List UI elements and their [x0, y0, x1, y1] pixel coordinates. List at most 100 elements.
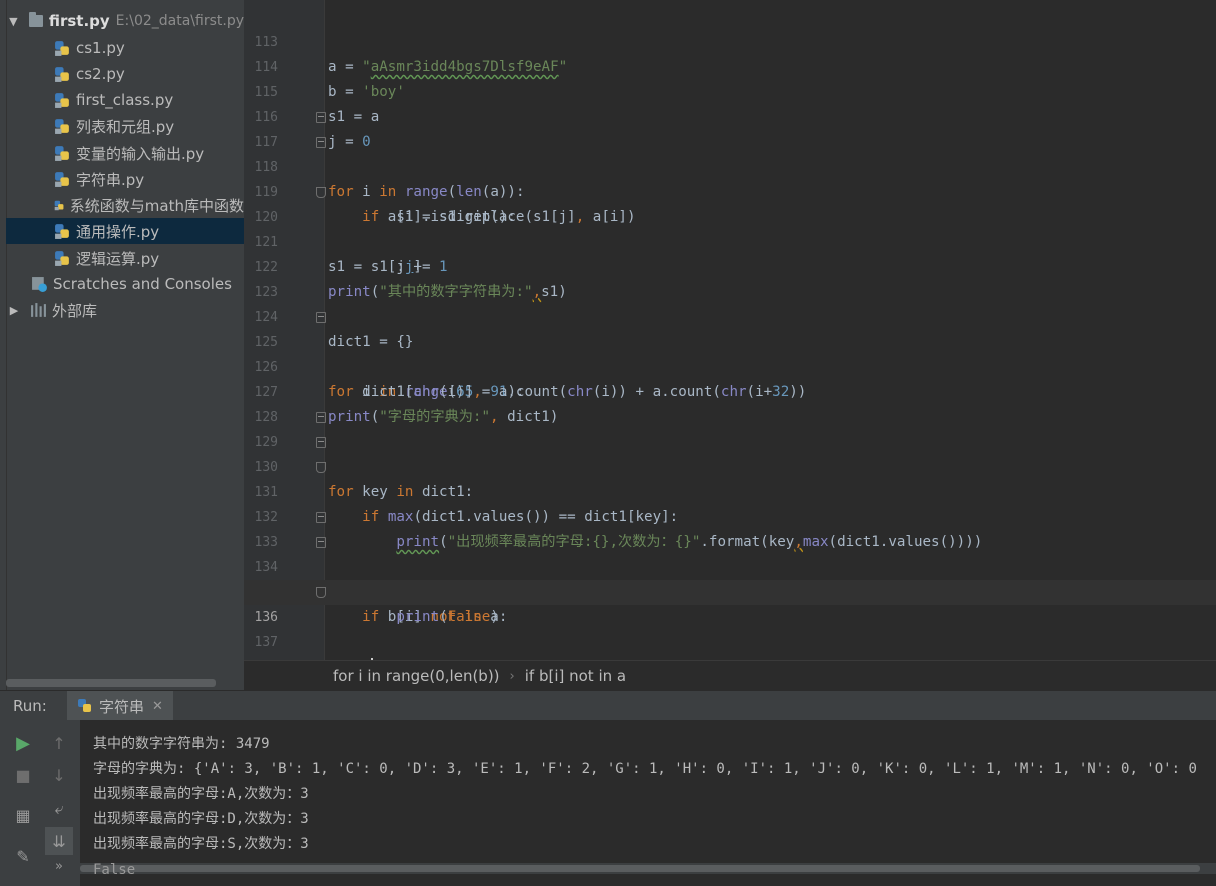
tree-file-system-math[interactable]: 系统函数与math库中函数 — [6, 192, 244, 218]
layout-icon[interactable]: ▦ — [11, 803, 35, 827]
run-tab-label: 字符串 — [99, 697, 145, 716]
code-line[interactable]: 118 if a[i].isdigit(): — [244, 130, 1216, 225]
code-line[interactable]: 124 dict1 = {} — [244, 280, 1216, 350]
console-line: False — [93, 862, 136, 878]
fold-icon[interactable] — [316, 112, 326, 123]
python-file-icon — [55, 145, 69, 161]
down-arrow-icon[interactable]: ↓ — [47, 763, 71, 787]
python-file-icon — [55, 118, 69, 134]
chevron-right-icon: › — [509, 668, 515, 684]
library-icon — [31, 302, 46, 317]
breadcrumb-item[interactable]: if b[i] not in a — [525, 667, 626, 685]
tree-file-io[interactable]: 变量的输入输出.py — [6, 140, 244, 166]
python-file-icon — [54, 200, 64, 210]
code-line[interactable]: 115 s1 = a — [244, 55, 1216, 125]
tree-file-list-tuple[interactable]: 列表和元组.py — [6, 113, 244, 139]
close-icon[interactable]: ✕ — [152, 699, 163, 714]
python-file-icon — [55, 92, 69, 108]
tree-file-label: 字符串.py — [76, 170, 145, 189]
code-line[interactable]: 113 a = "aAsmr3idd4bgs7Dlsf9eAF" — [244, 5, 1216, 75]
code-line[interactable]: 114 b = 'boy' — [244, 30, 1216, 100]
tree-root-first-py[interactable]: ▼ first.py E:\02_data\first.py — [6, 8, 244, 34]
code-line[interactable]: 132 — [244, 480, 1216, 525]
python-file-icon — [55, 40, 69, 56]
code-line[interactable]: 135 print(False) — [244, 555, 1216, 625]
project-tree: ▼ first.py E:\02_data\first.py cs1.py cs… — [0, 0, 244, 690]
fold-icon[interactable] — [316, 137, 326, 148]
scroll-end-icon[interactable]: ⇊ — [45, 827, 73, 855]
tree-external-libs[interactable]: ▶ 外部库 — [6, 297, 244, 323]
chevron-right-icon[interactable]: ▶ — [9, 304, 19, 317]
tree-file-label: 变量的输入输出.py — [76, 144, 205, 163]
run-label: Run: — [13, 697, 47, 715]
scratches-icon — [32, 276, 47, 292]
tree-root-path: E:\02_data\first.py — [115, 13, 244, 29]
tree-file-label: 列表和元组.py — [76, 117, 175, 136]
code-line[interactable]: 123 — [244, 255, 1216, 300]
code-line[interactable]: 119 s1 = s1.replace(s1[j], a[i]) — [244, 155, 1216, 225]
code-line[interactable]: 117 for i in range(len(a)): — [244, 105, 1216, 200]
python-file-icon — [55, 250, 69, 266]
tree-file-label: 逻辑运算.py — [76, 249, 160, 268]
chevron-down-icon[interactable]: ▼ — [9, 15, 18, 28]
code-line[interactable]: 137 else: — [244, 605, 1216, 660]
fold-icon[interactable] — [316, 537, 326, 548]
tree-file-label: 系统函数与math库中函数 — [69, 196, 244, 215]
tree-file-label: cs1.py — [76, 39, 125, 57]
code-line[interactable]: 120 j += 1 — [244, 180, 1216, 275]
run-tab[interactable]: 字符串 ✕ — [67, 691, 173, 721]
fold-icon[interactable] — [316, 437, 326, 448]
console-line: 出现频率最高的字母:S,次数为：3 — [93, 836, 309, 852]
tree-scrollbar[interactable] — [6, 679, 216, 687]
stop-icon[interactable]: ■ — [11, 763, 35, 787]
tree-file-cs1[interactable]: cs1.py — [6, 35, 244, 61]
console-line: 出现频率最高的字母:D,次数为：3 — [93, 811, 309, 827]
code-line-current[interactable]: 136 break — [244, 580, 1216, 660]
code-line[interactable]: 130 if max(dict1.values()) == dict1[key]… — [244, 430, 1216, 525]
run-icon[interactable]: ▶ — [11, 731, 35, 755]
fold-end-icon[interactable] — [316, 187, 326, 198]
python-file-icon — [55, 223, 69, 239]
code-line[interactable]: 131 print("出现频率最高的字母:{},次数为：{}".format(k… — [244, 455, 1216, 550]
code-line[interactable]: 116 j = 0 — [244, 80, 1216, 150]
code-line[interactable]: 128 — [244, 380, 1216, 425]
fold-icon[interactable] — [316, 412, 326, 423]
code-line[interactable]: 125 for i in range(65, 91): — [244, 305, 1216, 400]
fold-icon[interactable] — [316, 312, 326, 323]
folder-icon — [28, 12, 43, 27]
console-line: 出现频率最高的字母:A,次数为：3 — [93, 786, 309, 802]
python-file-icon — [55, 66, 69, 82]
code-line[interactable]: 134 if b[i] not in a: — [244, 530, 1216, 625]
code-line[interactable]: 133 for i in range(0,len(b)): — [244, 505, 1216, 600]
code-line[interactable]: 126 dict1[chr(i)] = a.count(chr(i)) + a.… — [244, 330, 1216, 400]
tree-scratches-label: Scratches and Consoles — [53, 275, 232, 293]
tree-file-logic[interactable]: 逻辑运算.py — [6, 245, 244, 271]
breadcrumb: for i in range(0,len(b)) › if b[i] not i… — [244, 660, 1216, 691]
tree-file-label: first_class.py — [76, 91, 174, 109]
soft-wrap-icon[interactable]: ⤶ — [47, 797, 71, 821]
code-line[interactable]: 121 s1 = s1[:j] — [244, 205, 1216, 275]
fold-end-icon[interactable] — [316, 587, 326, 598]
code-line[interactable]: 127 print("字母的字典为:", dict1) — [244, 355, 1216, 425]
run-console[interactable]: ' ' ' ' ' ' ' ' ' ' ' ' ' 其中的数字字符串为: 347… — [80, 720, 1216, 886]
pin-icon[interactable]: ✎ — [11, 844, 35, 868]
fold-icon[interactable] — [316, 512, 326, 523]
breadcrumb-item[interactable]: for i in range(0,len(b)) — [333, 667, 500, 685]
tree-file-string[interactable]: 字符串.py — [6, 166, 244, 192]
code-line[interactable]: 122 print("其中的数字字符串为:",s1) — [244, 230, 1216, 300]
code-editor[interactable]: 113 a = "aAsmr3idd4bgs7Dlsf9eAF" 114 b =… — [244, 0, 1216, 660]
run-toolbar: ▶ ↑ ■ ↓ ⤶ ▦ ⇊ ✎ » — [0, 720, 81, 886]
up-arrow-icon[interactable]: ↑ — [47, 731, 71, 755]
console-scrollbar[interactable] — [80, 863, 1216, 874]
tree-file-first-class[interactable]: first_class.py — [6, 87, 244, 113]
python-file-icon — [78, 699, 91, 712]
code-line[interactable]: 129 for key in dict1: — [244, 405, 1216, 500]
code-line[interactable]: 138 print(True) — [244, 630, 1216, 655]
tree-file-general-ops[interactable]: 通用操作.py — [6, 218, 244, 244]
fold-end-icon[interactable] — [316, 462, 326, 473]
run-panel-header: Run: 字符串 ✕ — [0, 690, 1216, 722]
python-file-icon — [55, 171, 69, 187]
tree-scratches[interactable]: Scratches and Consoles — [6, 271, 244, 297]
chevron-right-icon[interactable]: » — [47, 854, 71, 878]
tree-file-cs2[interactable]: cs2.py — [6, 61, 244, 87]
